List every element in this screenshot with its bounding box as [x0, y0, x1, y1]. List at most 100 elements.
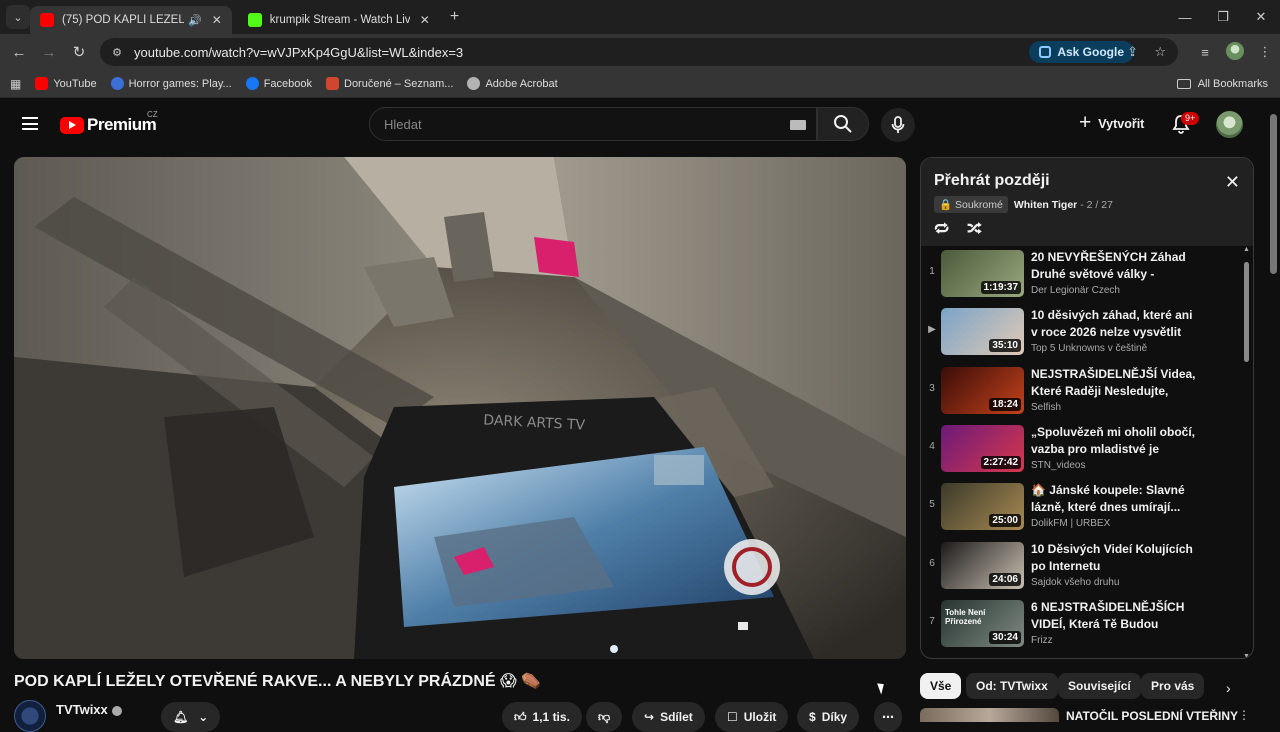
- video-thumbnail[interactable]: 24:06: [941, 541, 1024, 589]
- playlist-item[interactable]: 5 25:00 🏠 Jánské koupele: Slavné lázně, kt…: [921, 479, 1239, 537]
- playlist-item[interactable]: 6 24:06 10 Děsivých Videí Kolujících po In…: [921, 538, 1239, 596]
- playlist-item-channel[interactable]: DolikFM | URBEX: [1031, 518, 1110, 529]
- video-thumbnail[interactable]: 18:24: [941, 366, 1024, 414]
- hamburger-menu-icon[interactable]: [22, 117, 38, 130]
- new-tab-plus-icon[interactable]: +: [450, 8, 459, 26]
- more-actions-button[interactable]: ⋯: [874, 702, 902, 732]
- bookmark-horror-games[interactable]: Horror games: Play...: [110, 77, 232, 90]
- save-button[interactable]: ☐ Uložit: [715, 702, 789, 732]
- playlist-item-channel[interactable]: Selfish: [1031, 402, 1061, 413]
- bookmark-youtube[interactable]: YouTube: [35, 77, 97, 90]
- playlist-item-title[interactable]: NEJSTRAŠIDELNĚJŠÍ Videa, Které Raději Ne…: [1031, 366, 1201, 400]
- search-button[interactable]: [817, 107, 869, 141]
- video-thumbnail[interactable]: 2:27:42: [941, 424, 1024, 472]
- bookmark-star-icon[interactable]: ☆: [1154, 44, 1166, 60]
- loop-icon[interactable]: 🔁︎: [934, 218, 949, 240]
- keyboard-icon[interactable]: [790, 120, 806, 130]
- url-text[interactable]: youtube.com/watch?v=wVJPxKp4GgU&list=WL&…: [134, 45, 463, 60]
- all-bookmarks-button[interactable]: All Bookmarks: [1176, 78, 1268, 90]
- youtube-premium-logo[interactable]: Premium CZ: [60, 110, 158, 135]
- kick-favicon-icon: [247, 13, 262, 27]
- chip-all[interactable]: Vše: [920, 673, 962, 699]
- share-button[interactable]: ↪ Sdílet: [632, 702, 705, 732]
- close-tab-icon[interactable]: ✕: [420, 13, 430, 27]
- playlist-title[interactable]: Přehrát později: [934, 172, 1050, 190]
- site-info-icon[interactable]: ⚙: [106, 46, 128, 59]
- scrollbar-thumb[interactable]: [1244, 262, 1249, 362]
- close-window-icon[interactable]: ✕: [1242, 9, 1280, 25]
- thanks-button[interactable]: $ Díky: [797, 702, 860, 732]
- search-input[interactable]: Hledat: [369, 107, 817, 141]
- playlist-item-title[interactable]: 10 děsivých záhad, které ani v roce 2026…: [1031, 307, 1201, 341]
- recommended-title[interactable]: NATOČIL POSLEDNÍ VTEŘINY: [1066, 709, 1238, 723]
- reading-list-icon[interactable]: ≡: [1190, 45, 1220, 60]
- browser-tab-kick[interactable]: krumpik Stream - Watch Live or ✕: [238, 6, 440, 34]
- tab-search-button[interactable]: ⌄: [6, 5, 30, 29]
- bookmark-adobe-acrobat[interactable]: Adobe Acrobat: [467, 77, 558, 90]
- playlist-item-channel[interactable]: Sajdok všeho druhu: [1031, 577, 1119, 588]
- channel-avatar[interactable]: [14, 700, 46, 732]
- scroll-down-arrow-icon[interactable]: ▼: [1243, 653, 1250, 658]
- playlist-item-channel[interactable]: Der Legionär Czech: [1031, 285, 1120, 296]
- video-thumbnail[interactable]: Tohle Není Přirozené 30:24: [941, 599, 1024, 647]
- reload-icon[interactable]: ↻: [64, 43, 94, 61]
- playlist-item[interactable]: ▶ 35:10 10 děsivých záhad, které ani v roc…: [921, 304, 1239, 362]
- forward-arrow-icon[interactable]: →: [34, 44, 64, 61]
- chip-related[interactable]: Související: [1058, 673, 1141, 699]
- channel-name[interactable]: TVTwixx: [56, 702, 122, 717]
- playlist-item-title[interactable]: „Spoluvězeň mi oholil obočí, vazba pro m…: [1031, 424, 1201, 458]
- shuffle-icon[interactable]: 🔀︎: [967, 218, 982, 240]
- playlist-item[interactable]: 1 1:19:37 20 NEVYŘEŠENÝCH Záhad Druhé svět…: [921, 246, 1239, 304]
- video-thumbnail[interactable]: 1:19:37: [941, 250, 1024, 297]
- playlist-item-index: 1: [929, 266, 935, 277]
- bookmark-seznam-mail[interactable]: Doručené – Seznam...: [326, 77, 453, 90]
- youtube-header: Premium CZ Hledat + Vytvořit 9+: [0, 100, 1268, 148]
- page-scrollbar-thumb[interactable]: [1270, 114, 1277, 274]
- speaker-icon[interactable]: 🔊: [188, 14, 202, 27]
- playlist-item-channel[interactable]: STN_videos: [1031, 460, 1085, 471]
- restore-icon[interactable]: ❐: [1204, 9, 1242, 25]
- playlist-item[interactable]: 3 18:24 NEJSTRAŠIDELNĚJŠÍ Videa, Které Rad…: [921, 363, 1239, 421]
- ask-google-button[interactable]: Ask Google: [1029, 41, 1134, 63]
- voice-search-button[interactable]: [881, 108, 915, 142]
- bookmark-facebook[interactable]: Facebook: [245, 77, 312, 90]
- install-app-icon[interactable]: ⇪: [1127, 44, 1138, 60]
- playlist-item[interactable]: 7 Tohle Není Přirozené 30:24 6 NEJSTRAŠIDEL…: [921, 596, 1239, 654]
- video-player[interactable]: DARK ARTS TV: [14, 157, 906, 659]
- bookmarks-bar: ▦ YouTube Horror games: Play... Facebook…: [0, 70, 1280, 98]
- back-arrow-icon[interactable]: ←: [4, 44, 34, 61]
- playlist-scrollbar[interactable]: ▲ ▼: [1243, 246, 1250, 658]
- chip-for-you[interactable]: Pro vás: [1141, 673, 1205, 699]
- account-avatar[interactable]: [1216, 111, 1243, 138]
- dislike-button[interactable]: 👎︎: [586, 702, 623, 732]
- video-duration: 24:06: [989, 572, 1021, 586]
- close-tab-icon[interactable]: ✕: [212, 13, 222, 27]
- bookmark-label: YouTube: [53, 77, 97, 90]
- browser-menu-icon[interactable]: ⋮: [1250, 44, 1280, 60]
- video-thumbnail[interactable]: 35:10: [941, 308, 1024, 356]
- video-thumbnail[interactable]: 25:00: [941, 483, 1024, 531]
- playlist-item-title[interactable]: 6 NEJSTRAŠIDELNĚJŠÍCH VIDEÍ, Která Tě Bu…: [1031, 599, 1201, 633]
- address-bar[interactable]: ⚙ youtube.com/watch?v=wVJPxKp4GgU&list=W…: [100, 38, 1178, 66]
- profile-avatar[interactable]: [1220, 41, 1250, 63]
- browser-tab-youtube[interactable]: (75) POD KAPLÍ LEŽELY OTE 🔊 ✕: [30, 6, 232, 34]
- subscribed-bell-button[interactable]: 🔔︎ ⌄: [161, 702, 221, 732]
- like-button[interactable]: 👍︎ 1,1 tis.: [502, 702, 582, 732]
- logo-text: Premium: [87, 115, 157, 134]
- chip-from-channel[interactable]: Od: TVTwixx: [966, 673, 1058, 699]
- playlist-item-title[interactable]: 🏠 Jánské koupele: Slavné lázně, které dn…: [1031, 482, 1201, 516]
- apps-grid-icon[interactable]: ▦: [10, 77, 21, 91]
- chevron-right-icon[interactable]: ›: [1226, 680, 1231, 696]
- create-button[interactable]: + Vytvořit: [1073, 108, 1144, 140]
- playlist-item-channel[interactable]: Top 5 Unknowns v češtině: [1031, 343, 1147, 354]
- minimize-icon[interactable]: —: [1166, 10, 1204, 25]
- page-scrollbar[interactable]: [1268, 100, 1280, 720]
- playlist-item-title[interactable]: 10 Děsivých Videí Kolujících po Internet…: [1031, 541, 1201, 575]
- playlist-item-channel[interactable]: Frizz: [1031, 635, 1053, 646]
- thumbs-down-icon: 👎︎: [598, 709, 611, 724]
- playlist-item[interactable]: 4 2:27:42 „Spoluvězeň mi oholil obočí, vaz…: [921, 421, 1239, 479]
- playlist-item-title[interactable]: 20 NEVYŘEŠENÝCH Záhad Druhé světové válk…: [1031, 249, 1201, 283]
- scroll-up-arrow-icon[interactable]: ▲: [1243, 246, 1250, 253]
- playlist-owner[interactable]: Whiten Tiger: [1014, 199, 1077, 211]
- close-icon[interactable]: ✕: [1225, 172, 1240, 193]
